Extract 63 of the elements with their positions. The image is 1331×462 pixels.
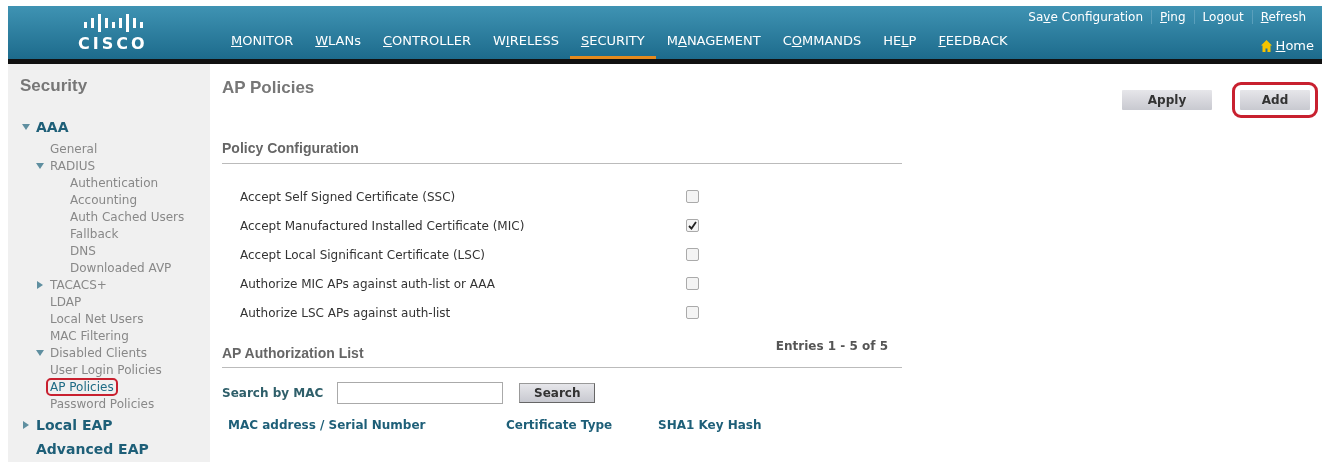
search-button[interactable]: Search [519, 383, 596, 403]
nav-tab[interactable]: SECURITY [569, 33, 656, 59]
house-icon [1260, 39, 1272, 52]
header-link[interactable]: Ping [1151, 10, 1194, 24]
sidebar-item[interactable]: Local EAP [32, 415, 117, 435]
expanded-arrow-icon[interactable] [22, 123, 30, 131]
section-title: Policy Configuration [222, 140, 902, 164]
sidebar-item[interactable]: Advanced EAP [32, 439, 153, 459]
sidebar-item[interactable]: General [46, 139, 102, 158]
header-link[interactable]: Refresh [1251, 10, 1314, 24]
sidebar-item[interactable]: LDAP [46, 292, 86, 311]
bridge-logo-icon [82, 14, 143, 32]
sidebar-item[interactable]: AP Policies [46, 377, 118, 396]
sidebar-item[interactable]: Password Policies [46, 394, 159, 413]
sidebar-item[interactable]: Downloaded AVP [66, 258, 176, 277]
policy-label: Authorize LSC APs against auth-list [240, 305, 452, 320]
column-header[interactable]: MAC address / Serial Number [228, 418, 506, 432]
logo-text: CISCO [78, 34, 148, 53]
nav-tab[interactable]: MONITOR [220, 33, 305, 59]
collapsed-arrow-icon[interactable] [22, 421, 30, 429]
nav-tab[interactable]: CONTROLLER [372, 33, 482, 59]
sidebar-item[interactable]: AAA [32, 117, 73, 137]
mac-search-field[interactable] [337, 382, 504, 404]
policy-label: Accept Local Significant Certificate (LSC) [240, 247, 486, 262]
nav-tab[interactable]: FEEDBACK [927, 33, 1019, 59]
sidebar-item[interactable]: Authentication [66, 173, 163, 192]
policy-label: Accept Self Signed Certificate (SSC) [240, 189, 457, 204]
expanded-arrow-icon[interactable] [36, 348, 44, 357]
sidebar-item[interactable]: Fallback [66, 224, 123, 243]
sidebar-item[interactable]: Accounting [66, 190, 141, 209]
column-header[interactable]: Certificate Type [506, 418, 658, 432]
nav-tab[interactable]: WLANs [304, 33, 372, 59]
sidebar-item[interactable]: Auth Cached Users [66, 207, 189, 226]
header-link[interactable]: Logout [1193, 10, 1252, 24]
action-button[interactable]: Add [1232, 82, 1318, 118]
policy-label: Accept Manufactured Installed Certificate (MIC) [240, 218, 526, 233]
sidebar-item[interactable]: Local Net Users [46, 309, 148, 328]
expanded-arrow-icon[interactable] [36, 161, 44, 170]
nav-tab[interactable]: WIRELESS [482, 33, 570, 59]
sidebar-item[interactable]: Disabled Clients [46, 343, 151, 362]
sidebar-item[interactable]: User Login Policies [46, 360, 166, 379]
search-label: Search by MAC [222, 386, 324, 400]
home-link[interactable]: Home [1275, 38, 1314, 53]
policy-label: Authorize MIC APs against auth-list or AAA [240, 276, 497, 291]
nav-tab[interactable]: MANAGEMENT [655, 33, 772, 59]
sidebar-item[interactable]: TACACS+ [46, 275, 111, 294]
entries-count: Entries 1 - 5 of 5 [775, 339, 889, 355]
nav-tab[interactable]: HELP [872, 33, 928, 59]
sidebar-title: Security [20, 76, 89, 96]
column-header[interactable]: SHA1 Key Hash [658, 418, 838, 432]
checkbox[interactable] [686, 190, 699, 203]
collapsed-arrow-icon[interactable] [36, 280, 44, 289]
sidebar-item[interactable]: MAC Filtering [46, 326, 133, 345]
nav-tab[interactable]: COMMANDS [771, 33, 873, 59]
section-title: AP Authorization List [222, 345, 364, 361]
sidebar-item[interactable]: DNS [66, 241, 100, 260]
checkbox[interactable] [686, 277, 699, 290]
page-title: AP Policies [222, 78, 315, 98]
sidebar-item[interactable]: RADIUS [46, 156, 100, 175]
checkbox[interactable] [686, 306, 699, 319]
header-link[interactable]: Save Configuration [1020, 10, 1151, 24]
checkbox[interactable] [686, 219, 699, 232]
checkbox[interactable] [686, 248, 699, 261]
